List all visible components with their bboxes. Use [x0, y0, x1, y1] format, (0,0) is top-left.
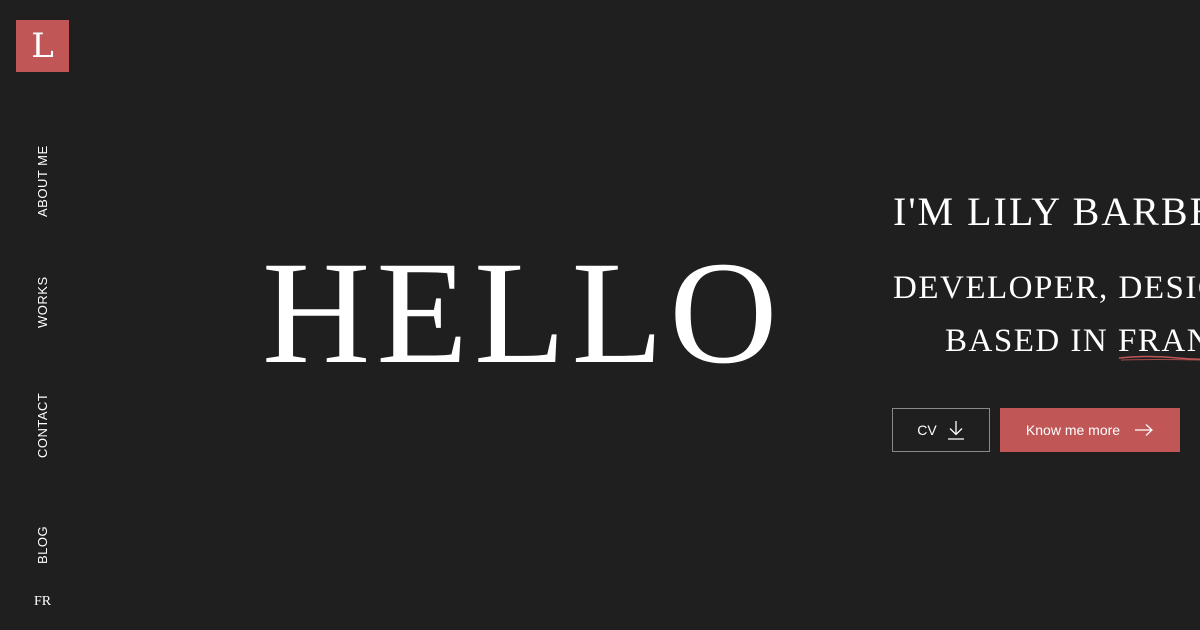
know-me-more-button[interactable]: Know me more: [1000, 408, 1180, 452]
language-switch[interactable]: FR: [34, 594, 51, 610]
hero-role: DEVELOPER, DESIGNER: [893, 270, 1200, 306]
nav-item-contact[interactable]: CONTACT: [35, 393, 50, 458]
underline-decoration: [1118, 355, 1200, 361]
cv-button-label: CV: [917, 422, 937, 438]
cv-download-button[interactable]: CV: [892, 408, 990, 452]
download-icon: [947, 420, 965, 440]
nav-item-works[interactable]: WORKS: [35, 276, 50, 328]
know-me-more-label: Know me more: [1025, 422, 1121, 438]
logo[interactable]: L: [16, 20, 69, 72]
location-country: FRANCE: [1118, 323, 1200, 361]
location-prefix: BASED IN: [945, 323, 1119, 359]
hero-greeting: HELLO: [262, 231, 784, 395]
arrow-right-icon: [1134, 423, 1154, 437]
hero-intro: I'M LILY BARBERO: [893, 189, 1200, 234]
nav-item-blog[interactable]: BLOG: [35, 526, 50, 564]
page: L ABOUT ME WORKS CONTACT BLOG FR HELLO I…: [0, 0, 1200, 630]
hero-location: BASED IN FRANCE: [945, 323, 1200, 361]
logo-letter: L: [31, 26, 54, 66]
nav-item-about-me[interactable]: ABOUT ME: [35, 145, 50, 217]
